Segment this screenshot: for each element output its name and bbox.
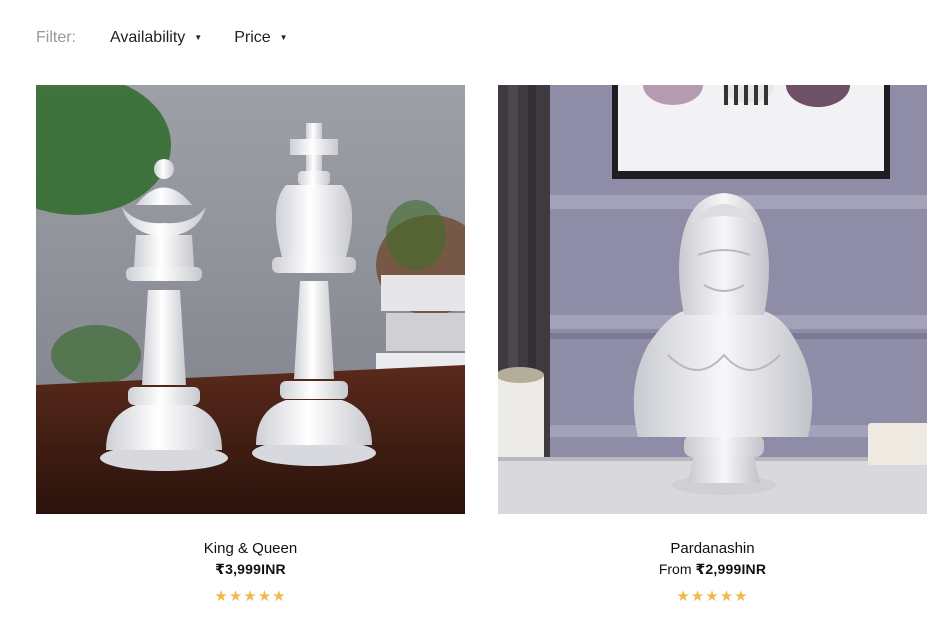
product-image[interactable] (36, 85, 465, 514)
caret-down-icon: ▼ (194, 33, 203, 42)
price-amount: ₹2,999INR (695, 561, 767, 577)
product-image[interactable] (498, 85, 927, 514)
filter-label: Filter: (36, 29, 76, 46)
price-prefix: From (658, 561, 692, 577)
rating-stars: ★★★★★ (214, 588, 287, 605)
product-card[interactable]: Pardanashin From ₹2,999INR ★★★★★ (498, 85, 927, 605)
product-title[interactable]: King & Queen (36, 540, 465, 558)
availability-filter-dropdown[interactable]: Availability ▼ (110, 29, 202, 47)
product-title[interactable]: Pardanashin (498, 540, 927, 558)
caret-down-icon: ▼ (279, 33, 288, 42)
availability-filter-label: Availability (110, 29, 186, 46)
filter-bar: Filter: Availability ▼ Price ▼ (36, 24, 320, 52)
product-price: ₹3,999INR (36, 560, 465, 578)
price-filter-label: Price (234, 29, 271, 46)
product-price: From ₹2,999INR (498, 560, 927, 578)
price-amount: ₹3,999INR (215, 561, 286, 577)
price-filter-dropdown[interactable]: Price ▼ (234, 29, 287, 47)
product-card[interactable]: King & Queen ₹3,999INR ★★★★★ (36, 85, 465, 605)
rating-stars: ★★★★★ (676, 588, 749, 605)
